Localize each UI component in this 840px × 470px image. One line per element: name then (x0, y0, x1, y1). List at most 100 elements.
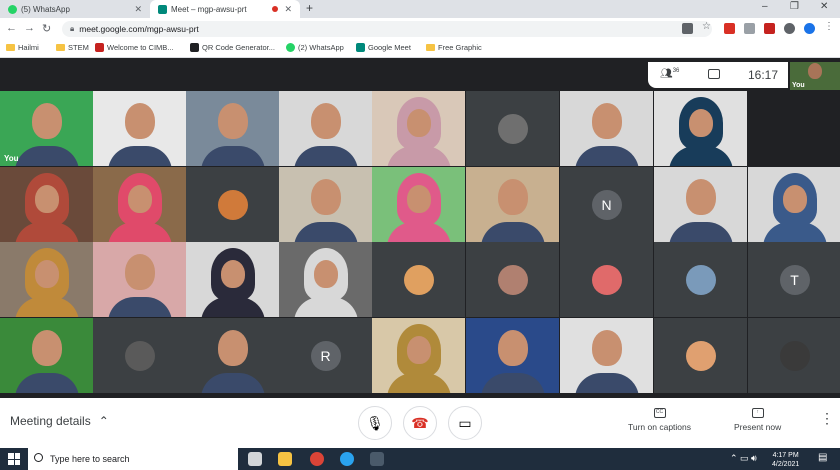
extension-icon[interactable] (764, 23, 775, 34)
participant-tile[interactable] (93, 167, 186, 242)
participant-tile[interactable] (372, 318, 465, 393)
captions-button[interactable]: CC Turn on captions (628, 408, 691, 432)
tab-title: Meet – mgp-awsu-prt (171, 4, 247, 14)
taskbar-clock[interactable]: 4:17 PM 4/2/2021 (772, 451, 799, 469)
you-label: You (4, 154, 19, 163)
url-text: meet.google.com/mgp-awsu-prt (79, 24, 199, 34)
file-explorer-icon[interactable] (278, 452, 292, 466)
extension-icon[interactable] (744, 23, 755, 34)
chat-icon[interactable] (708, 69, 720, 79)
qr-icon (190, 43, 199, 52)
tab-title: (5) WhatsApp (21, 4, 70, 14)
folder-icon (426, 44, 435, 51)
notifications-icon[interactable]: ▤ (818, 453, 827, 463)
task-view-icon[interactable] (248, 452, 262, 466)
menu-icon[interactable]: ⋮ (824, 21, 835, 32)
participant-tile[interactable] (654, 242, 747, 317)
participant-tile[interactable] (279, 91, 372, 166)
participant-video (124, 254, 155, 290)
participant-tile[interactable]: R (279, 318, 372, 393)
participant-tile[interactable] (748, 167, 840, 242)
leave-call-button[interactable]: ☎︎ (403, 406, 437, 440)
app-icon[interactable] (370, 452, 384, 466)
participant-tile[interactable] (654, 167, 747, 242)
participant-video (497, 179, 528, 215)
participant-tile[interactable] (372, 242, 465, 317)
participant-tile[interactable] (372, 91, 465, 166)
bookmark-qr[interactable]: QR Code Generator... (190, 43, 275, 52)
taskbar-search[interactable]: Type here to search (28, 448, 238, 470)
participant-count: 36 (672, 68, 680, 74)
bookmark-cimb[interactable]: Welcome to CIMB... (95, 43, 174, 52)
profile-avatar[interactable] (804, 23, 815, 34)
bookmark-stem[interactable]: STEM (56, 43, 89, 52)
restore-button[interactable]: ❐ (790, 1, 799, 12)
participant-tile[interactable] (560, 91, 653, 166)
bookmark-meet[interactable]: Google Meet (356, 43, 411, 52)
meeting-details-button[interactable]: Meeting details ⌃ (10, 414, 109, 428)
participant-tile[interactable] (93, 242, 186, 317)
camera-button[interactable]: ▭ (448, 406, 482, 440)
back-icon[interactable]: ← (6, 22, 17, 34)
pdf-extension-icon[interactable] (724, 23, 735, 34)
participant-tile[interactable]: You (0, 91, 93, 166)
participant-tile[interactable] (372, 167, 465, 242)
address-bar[interactable]: 🔒︎ meet.google.com/mgp-awsu-prt (62, 21, 712, 37)
camera-icon[interactable] (682, 23, 693, 34)
participant-tile[interactable] (466, 242, 559, 317)
participant-tile[interactable]: T (748, 242, 840, 317)
new-tab-button[interactable]: + (306, 1, 313, 15)
participant-tile[interactable] (0, 318, 93, 393)
participant-tile[interactable] (186, 242, 279, 317)
participant-tile[interactable]: N (560, 167, 653, 242)
search-icon (34, 453, 43, 462)
minimize-button[interactable]: – (762, 1, 768, 12)
telegram-icon[interactable] (340, 452, 354, 466)
whatsapp-icon (8, 4, 17, 14)
people-icon[interactable]: 👥︎36 (660, 68, 679, 79)
microphone-button[interactable]: 🎙︎ (358, 406, 392, 440)
participant-tile[interactable] (466, 167, 559, 242)
participant-tile[interactable] (0, 242, 93, 317)
participant-tile[interactable] (93, 91, 186, 166)
participant-tile[interactable] (186, 318, 279, 393)
participant-tile[interactable] (654, 318, 747, 393)
bookmark-hailmi[interactable]: Hailmi (6, 43, 39, 52)
chrome-icon[interactable] (310, 452, 324, 466)
participant-tile[interactable] (93, 318, 186, 393)
windows-start-icon[interactable] (8, 453, 20, 465)
participant-avatar (685, 264, 716, 295)
participant-tile[interactable] (466, 318, 559, 393)
participant-avatar (779, 340, 810, 371)
participant-video (591, 103, 622, 139)
forward-icon[interactable]: → (24, 22, 35, 34)
present-button[interactable]: ↑ Present now (734, 408, 781, 432)
close-window-button[interactable]: ✕ (820, 1, 828, 12)
participant-tile[interactable] (560, 242, 653, 317)
participant-video (31, 330, 62, 366)
participant-tile[interactable] (654, 91, 747, 166)
close-tab-icon[interactable]: ✕ (134, 4, 142, 15)
participant-tile[interactable] (560, 318, 653, 393)
participant-tile[interactable] (466, 91, 559, 166)
participant-tile[interactable] (0, 167, 93, 242)
participant-tile[interactable] (186, 167, 279, 242)
captions-label: Turn on captions (628, 422, 691, 432)
tab-whatsapp[interactable]: (5) WhatsApp ✕ (0, 0, 150, 18)
browser-toolbar: ← → ↻ 🔒︎ meet.google.com/mgp-awsu-prt ☆ … (0, 18, 840, 40)
participant-tile[interactable] (186, 91, 279, 166)
more-options-icon[interactable]: ⋮ (820, 410, 834, 427)
bookmark-whatsapp[interactable]: (2) WhatsApp (286, 43, 344, 52)
tab-meet[interactable]: Meet – mgp-awsu-prt ✕ (150, 0, 300, 18)
bookmark-free-graphic[interactable]: Free Graphic (426, 43, 482, 52)
participant-tile[interactable] (279, 167, 372, 242)
close-tab-icon[interactable]: ✕ (284, 4, 292, 15)
participant-tile[interactable] (279, 242, 372, 317)
star-icon[interactable]: ☆ (702, 21, 713, 32)
self-view-tile[interactable]: You (790, 62, 840, 90)
reload-icon[interactable]: ↻ (42, 22, 51, 35)
captions-icon: CC (653, 408, 666, 418)
tray-icons[interactable]: ⌃ ▭ 🔊︎ (730, 454, 757, 463)
participant-tile[interactable] (748, 318, 840, 393)
extension-icon[interactable] (784, 23, 795, 34)
